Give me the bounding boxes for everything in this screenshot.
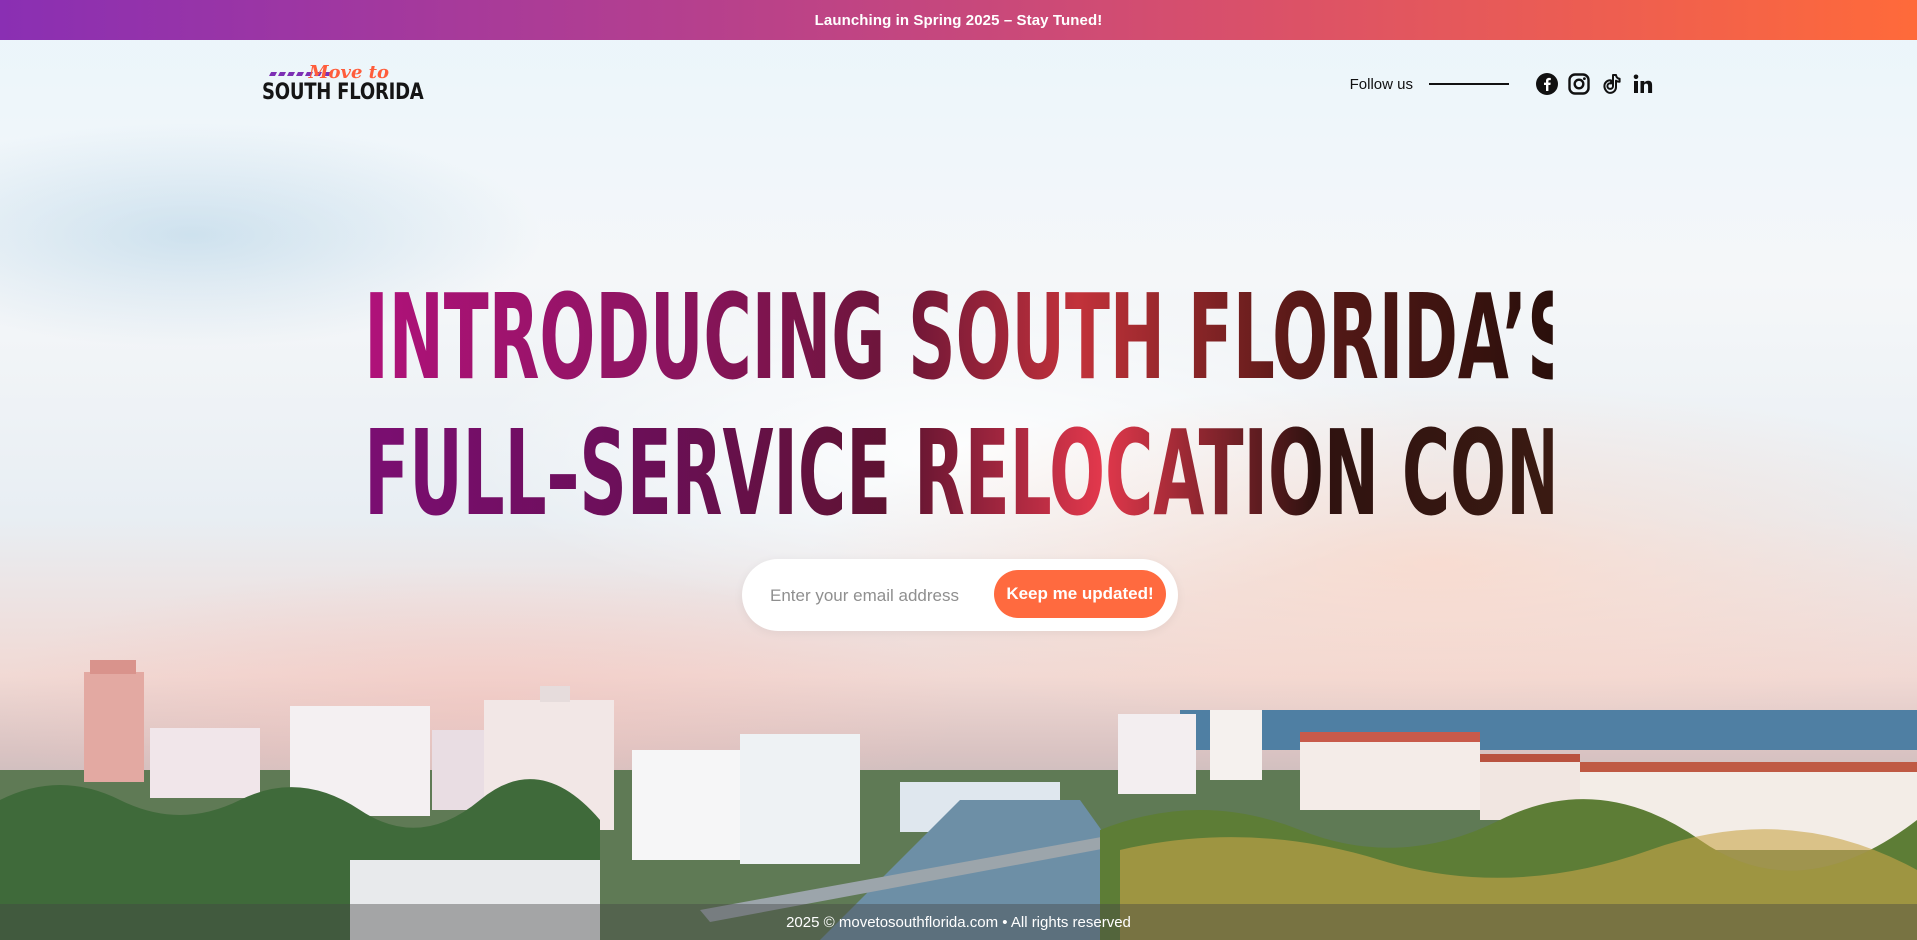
linkedin-icon[interactable] bbox=[1631, 72, 1655, 96]
follow-us-label: Follow us bbox=[1349, 75, 1413, 93]
announcement-bar: Launching in Spring 2025 – Stay Tuned! bbox=[0, 0, 1917, 40]
headline-line-1: INTRODUCING SOUTH FLORIDA’S DEFINITIVE bbox=[364, 268, 1917, 407]
facebook-icon[interactable] bbox=[1535, 72, 1559, 96]
tiktok-icon[interactable] bbox=[1599, 72, 1623, 96]
keep-me-updated-button[interactable]: Keep me updated! bbox=[994, 570, 1166, 618]
footer-bar: 2025 © movetosouthflorida.com • All righ… bbox=[0, 904, 1917, 940]
social-follow-bar: Follow us bbox=[1350, 70, 1655, 98]
instagram-icon[interactable] bbox=[1567, 72, 1591, 96]
email-signup-form: Keep me updated! bbox=[742, 559, 1178, 631]
headline-line-2: FULL–SERVICE RELOCATION CONCIERGE bbox=[364, 404, 1829, 543]
site-logo[interactable]: Move to SOUTH FLORIDA bbox=[262, 62, 424, 108]
announcement-text: Launching in Spring 2025 – Stay Tuned! bbox=[814, 11, 1103, 29]
email-input[interactable] bbox=[768, 577, 1002, 615]
follow-divider-line bbox=[1429, 83, 1509, 85]
footer-copyright: 2025 © movetosouthflorida.com • All righ… bbox=[786, 913, 1131, 931]
city-skyline-illustration bbox=[0, 660, 1917, 940]
hero-headline: INTRODUCING SOUTH FLORIDA’S DEFINITIVE F… bbox=[0, 269, 1917, 541]
logo-wordmark: SOUTH FLORIDA bbox=[262, 80, 424, 105]
